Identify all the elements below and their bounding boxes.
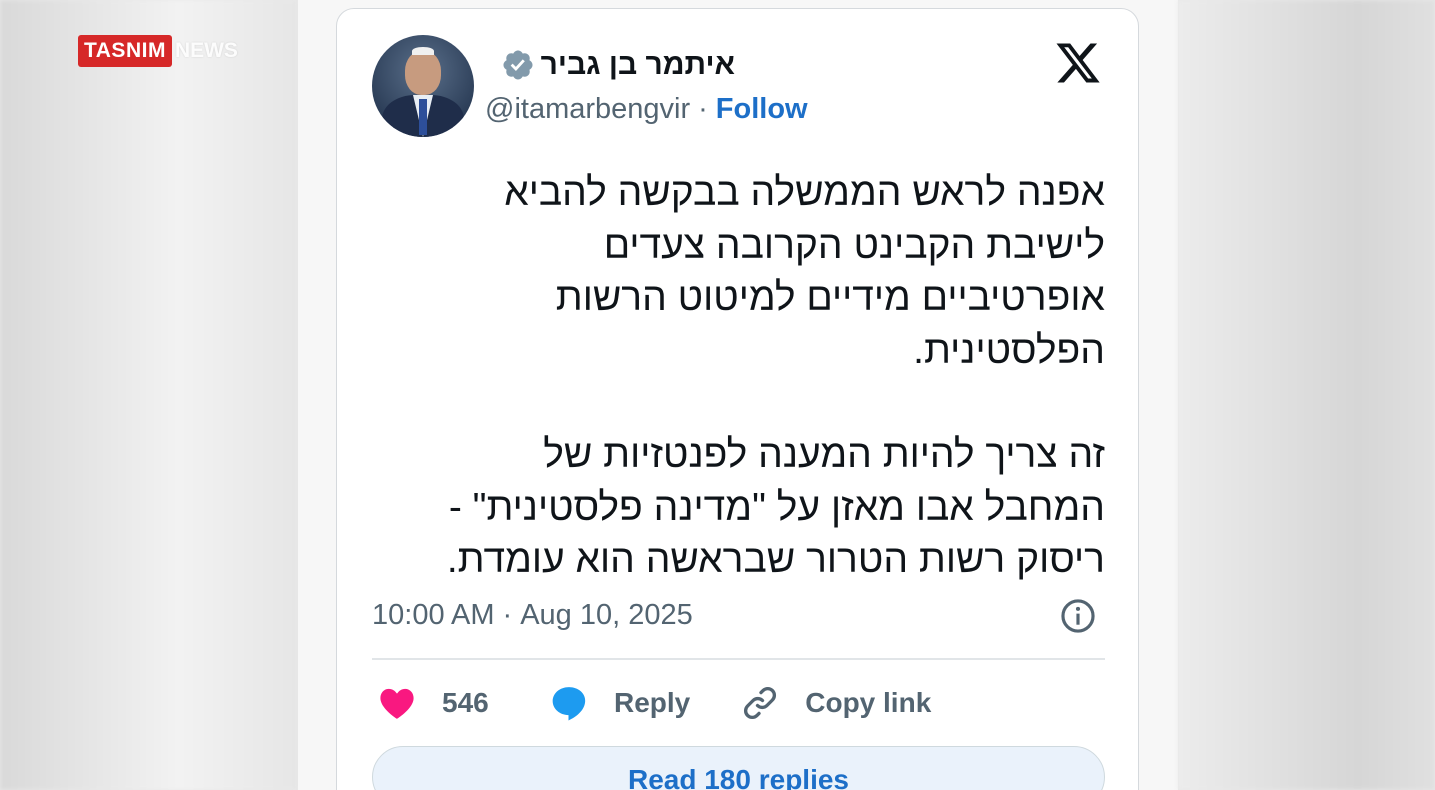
timestamp-separator: · [502, 598, 513, 631]
divider [372, 658, 1105, 660]
verified-badge-icon [503, 50, 533, 80]
background-left [0, 0, 298, 790]
author-name-row: איתמר בן גביר [485, 45, 735, 85]
tweet-date: Aug 10, 2025 [520, 598, 693, 631]
tasnim-watermark: TASNIM NEWS [78, 34, 238, 68]
read-replies-button[interactable]: Read 180 replies [372, 746, 1105, 790]
tweet-paragraph: אפנה לראש הממשלה בבקשה להביא לישיבת הקבי… [504, 171, 1105, 372]
tweet-time: 10:00 AM [372, 598, 495, 631]
copy-link-button[interactable]: Copy link [740, 683, 931, 723]
author-handle[interactable]: @itamarbengvir [485, 93, 690, 126]
handle-separator: · [698, 92, 708, 125]
tweet-timestamp[interactable]: 10:00 AM · Aug 10, 2025 [372, 595, 693, 635]
reply-label: Reply [614, 687, 691, 718]
link-icon [744, 687, 777, 719]
author-avatar[interactable] [372, 35, 474, 137]
heart-icon [380, 688, 414, 719]
copy-link-label: Copy link [805, 687, 932, 718]
tweet-actions: 546 Reply Copy link [377, 681, 931, 725]
follow-button[interactable]: Follow [716, 93, 808, 126]
tweet-paragraph: זה צריך להיות המענה לפנטזיות של המחבל אב… [446, 433, 1105, 581]
tweet-text: אפנה לראש הממשלה בבקשה להביא לישיבת הקבי… [367, 167, 1105, 587]
info-icon[interactable] [1059, 597, 1097, 635]
tweet-card: איתמר בן גביר @itamarbengvir · Follow אפ… [336, 8, 1139, 790]
reply-button[interactable]: Reply [549, 683, 690, 723]
like-count: 546 [442, 687, 489, 718]
background-right [1178, 0, 1435, 790]
read-replies-label: Read 180 replies [627, 764, 850, 790]
handle-row: @itamarbengvir · Follow [485, 91, 808, 127]
like-button[interactable]: 546 [377, 683, 490, 723]
reply-bubble-icon [552, 687, 586, 721]
x-logo-icon[interactable] [1054, 39, 1102, 87]
watermark-brand: TASNIM [78, 35, 172, 67]
watermark-suffix: NEWS [174, 39, 238, 62]
author-name[interactable]: איתמר בן גביר [541, 48, 735, 82]
